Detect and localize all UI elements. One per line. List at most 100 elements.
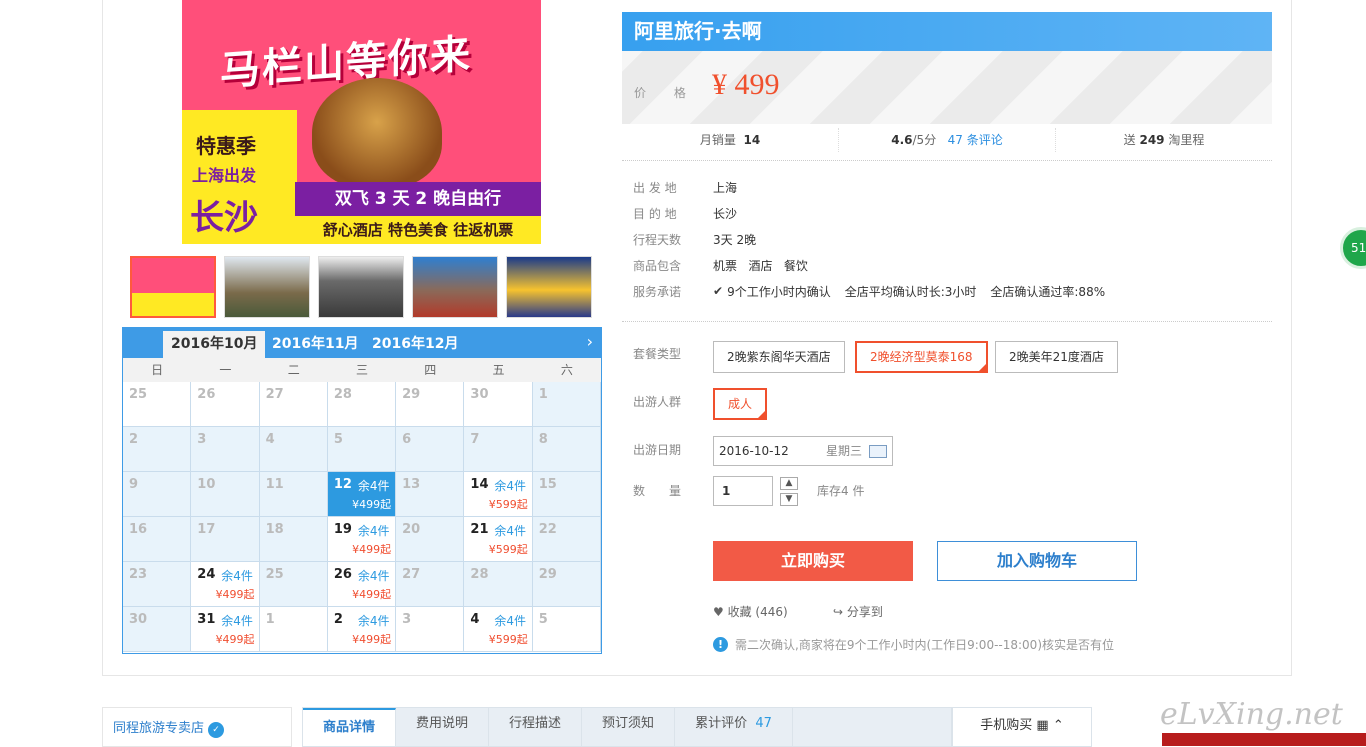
calendar-day[interactable]: 4 余4件 ¥599起 bbox=[464, 607, 533, 652]
tab-fees[interactable]: 费用说明 bbox=[396, 708, 490, 746]
thumbnail-4[interactable] bbox=[412, 256, 498, 318]
banner-line2: 舒心酒店 特色美食 往返机票 bbox=[295, 216, 541, 244]
calendar-day[interactable]: 31 余4件 ¥499起 bbox=[191, 607, 260, 652]
chevron-right-icon[interactable]: › bbox=[587, 332, 593, 351]
day-number: 13 bbox=[402, 477, 421, 492]
day-price: ¥599起 bbox=[488, 633, 528, 646]
info-icon: ! bbox=[713, 637, 728, 652]
day-number: 30 bbox=[129, 612, 148, 627]
thumbnail-5[interactable] bbox=[506, 256, 592, 318]
tab-details[interactable]: 商品详情 bbox=[303, 708, 397, 746]
weekday-label: 六 bbox=[560, 363, 573, 377]
weekday-label: 三 bbox=[355, 363, 368, 377]
tab-itinerary[interactable]: 行程描述 bbox=[489, 708, 583, 746]
calendar-day[interactable]: 2 余4件 ¥499起 bbox=[327, 607, 397, 652]
day-number: 17 bbox=[197, 522, 216, 537]
day-number: 6 bbox=[402, 432, 412, 447]
calendar-day[interactable]: 24 余4件 ¥499起 bbox=[191, 562, 260, 607]
favorite-button[interactable]: ♥ 收藏 (446) bbox=[713, 603, 788, 620]
mobile-buy-button[interactable]: 手机购买 ▦ ⌃ bbox=[952, 707, 1092, 747]
day-price: ¥499起 bbox=[352, 588, 392, 601]
day-number: 22 bbox=[538, 522, 557, 537]
day-price: ¥499起 bbox=[352, 543, 392, 556]
calendar-day: 30 bbox=[464, 382, 533, 427]
price-banner: 阿里旅行·去啊 价 格 ¥ 499 bbox=[622, 12, 1272, 124]
calendar-day: 26 bbox=[191, 382, 260, 427]
month-tab-oct[interactable]: 2016年10月 bbox=[163, 331, 266, 358]
calendar-day: 15 bbox=[532, 472, 601, 517]
day-number: 18 bbox=[265, 522, 284, 537]
calendar-day: 27 bbox=[259, 382, 328, 427]
floating-badge[interactable]: 51 bbox=[1340, 227, 1366, 269]
remaining-count: 余4件 bbox=[357, 569, 390, 583]
quantity-input[interactable]: 1 bbox=[713, 476, 773, 506]
day-number: 15 bbox=[538, 477, 557, 492]
day-number: 21 bbox=[470, 522, 489, 537]
share-button[interactable]: ↪ 分享到 bbox=[833, 603, 883, 620]
remaining-count: 余4件 bbox=[221, 569, 253, 583]
calendar-day[interactable]: 12 余4件 ¥499起 bbox=[327, 472, 397, 517]
day-number: 27 bbox=[265, 387, 284, 402]
remaining-count: 余4件 bbox=[221, 614, 253, 628]
group-option-adult[interactable]: 成人 bbox=[713, 388, 768, 420]
day-number: 2 bbox=[129, 432, 139, 447]
day-number: 31 bbox=[197, 612, 216, 627]
calendar-day: 18 bbox=[259, 517, 328, 562]
increase-button[interactable]: ▲ bbox=[780, 477, 798, 490]
decrease-button[interactable]: ▼ bbox=[780, 493, 798, 506]
day-price: ¥499起 bbox=[352, 633, 392, 646]
buy-now-button[interactable]: 立即购买 bbox=[713, 541, 913, 581]
calendar-day: 4 bbox=[259, 427, 328, 472]
calendar-day: 5 bbox=[532, 607, 601, 652]
check-circle-icon: ✔ bbox=[713, 284, 724, 298]
tab-reviews[interactable]: 累计评价 47 bbox=[675, 708, 793, 746]
calendar-day[interactable]: 21 余4件 ¥599起 bbox=[464, 517, 533, 562]
thumbnail-2[interactable] bbox=[224, 256, 310, 318]
day-price: ¥499起 bbox=[215, 588, 255, 601]
weekday-label: 日 bbox=[151, 363, 164, 377]
day-price: ¥599起 bbox=[488, 543, 528, 556]
calendar-day[interactable]: 14 余4件 ¥599起 bbox=[464, 472, 533, 517]
calendar-day[interactable]: 26 余4件 ¥499起 bbox=[327, 562, 397, 607]
calendar-day: 28 bbox=[327, 382, 397, 427]
calendar-day: 16 bbox=[123, 517, 192, 562]
shop-link[interactable]: 同程旅游专卖店 ✓ bbox=[102, 707, 292, 747]
thumbnail-3[interactable] bbox=[318, 256, 404, 318]
calendar-day[interactable]: 19 余4件 ¥499起 bbox=[327, 517, 397, 562]
calendar-grid: 25 26 27 28 29 30 1 2 3 4 5 6 7 8 9 10 11 12 余4件 ¥499起 13 14 余… bbox=[123, 382, 601, 652]
day-number: 1 bbox=[265, 612, 275, 627]
remaining-count: 余4件 bbox=[494, 524, 527, 538]
remaining-count: 余4件 bbox=[357, 614, 390, 628]
package-option-1[interactable]: 2晚紫东阁华天酒店 bbox=[713, 341, 845, 373]
thumbnail-1[interactable] bbox=[130, 256, 216, 318]
heart-icon: ♥ bbox=[713, 605, 724, 619]
reviews-link[interactable]: 47 条评论 bbox=[948, 133, 1003, 147]
date-label: 出游日期 bbox=[633, 443, 682, 457]
calendar-day: 11 bbox=[259, 472, 328, 517]
rating: 4.6/5分 47 条评论 bbox=[839, 128, 1056, 152]
day-number: 8 bbox=[538, 432, 548, 447]
calendar-day: 8 bbox=[532, 427, 601, 472]
date-field[interactable]: 2016-10-12 星期三 bbox=[713, 436, 893, 466]
calendar-day: 5 bbox=[327, 427, 397, 472]
calendar-day: 28 bbox=[464, 562, 533, 607]
tab-booking-notes[interactable]: 预订须知 bbox=[582, 708, 676, 746]
package-label: 套餐类型 bbox=[633, 347, 682, 361]
calendar-day: 9 bbox=[123, 472, 192, 517]
confirm-notice: ! 需二次确认,商家将在9个工作小时内(工作日9:00--18:00)核实是否有位 bbox=[713, 636, 1114, 653]
day-number: 10 bbox=[197, 477, 216, 492]
day-number: 19 bbox=[333, 522, 352, 537]
day-price: ¥499起 bbox=[352, 498, 392, 511]
qr-code-icon: ▦ bbox=[1036, 718, 1049, 733]
day-number: 28 bbox=[470, 567, 489, 582]
package-option-3[interactable]: 2晚美年21度酒店 bbox=[995, 341, 1118, 373]
add-to-cart-button[interactable]: 加入购物车 bbox=[937, 541, 1137, 581]
day-number: 26 bbox=[333, 567, 352, 582]
package-option-2[interactable]: 2晚经济型莫泰168 bbox=[855, 341, 988, 373]
month-tab-dec[interactable]: 2016年12月 bbox=[364, 331, 466, 358]
calendar-icon[interactable] bbox=[869, 445, 887, 458]
info-row-destination: 目 的 地长沙 bbox=[633, 206, 738, 221]
month-tab-nov[interactable]: 2016年11月 bbox=[264, 331, 366, 358]
day-number: 4 bbox=[265, 432, 275, 447]
price-value: ¥ 499 bbox=[712, 68, 780, 101]
